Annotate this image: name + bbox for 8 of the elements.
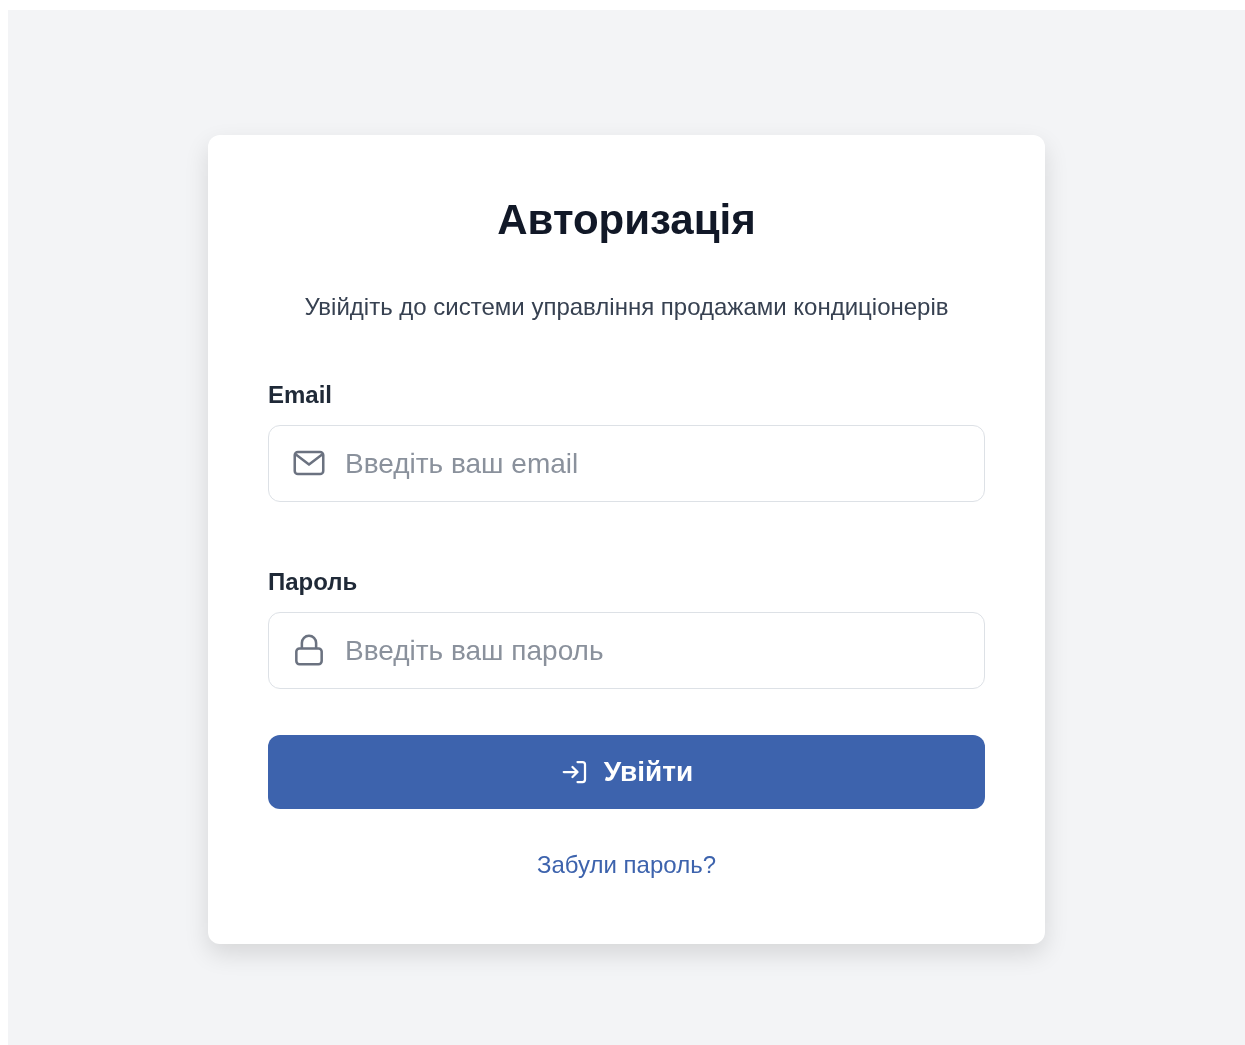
password-label: Пароль xyxy=(268,567,359,598)
forgot-password-link[interactable]: Забули пароль? xyxy=(268,847,985,884)
login-button[interactable]: Увійти xyxy=(268,735,985,810)
email-field[interactable]: Введіть ваш email xyxy=(268,425,985,503)
password-field[interactable]: Введіть ваш пароль xyxy=(268,612,985,690)
email-label: Email xyxy=(268,380,334,411)
subtitle: Увійдіть до системи управління продажами кондиціонерів xyxy=(303,292,950,323)
page-title: Авторизація xyxy=(496,195,757,245)
